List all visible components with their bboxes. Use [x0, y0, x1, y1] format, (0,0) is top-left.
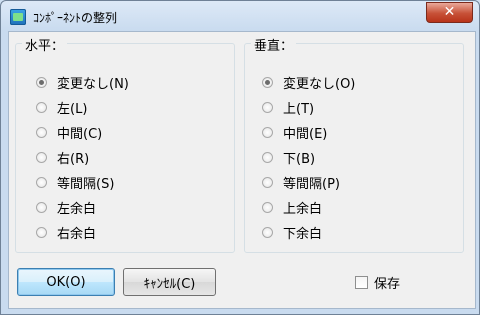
- radio-label: 上(T): [283, 101, 315, 117]
- vertical-group-legend: 垂直：: [251, 35, 297, 54]
- radio-v-bottom-margin[interactable]: 下余白: [262, 221, 322, 243]
- radio-label: 上余白: [283, 201, 323, 217]
- radio-label: 下(B): [283, 151, 316, 167]
- radio-label: 変更なし(O): [283, 76, 356, 92]
- radio-label: 等間隔(S): [57, 176, 115, 192]
- radio-h-left-margin[interactable]: 左余白: [36, 196, 96, 218]
- radio-button[interactable]: [36, 226, 47, 238]
- radio-button[interactable]: [262, 151, 273, 163]
- radio-h-left[interactable]: 左(L): [36, 96, 87, 118]
- window-title: ｺﾝﾎﾟｰﾈﾝﾄの整列: [33, 11, 118, 25]
- radio-v-top-margin[interactable]: 上余白: [262, 196, 322, 218]
- radio-label: 中間(E): [283, 126, 328, 142]
- radio-label: 変更なし(N): [57, 76, 129, 92]
- radio-label: 右余白: [57, 226, 97, 242]
- radio-button[interactable]: [262, 101, 273, 113]
- cancel-button-label: ｷｬﾝｾﾙ(C): [143, 276, 196, 292]
- radio-button[interactable]: [262, 226, 273, 238]
- horizontal-group: 水平： 変更なし(N) 左(L) 中間(C) 右(R) 等間隔(S) 左余白 右…: [15, 35, 235, 253]
- horizontal-group-legend: 水平：: [22, 35, 68, 54]
- radio-label: 等間隔(P): [283, 176, 340, 192]
- radio-h-nochange[interactable]: 変更なし(N): [36, 71, 129, 93]
- radio-label: 右(R): [57, 151, 90, 167]
- radio-v-top[interactable]: 上(T): [262, 96, 314, 118]
- radio-button[interactable]: [36, 176, 47, 188]
- radio-button[interactable]: [262, 76, 273, 88]
- save-checkbox[interactable]: [355, 276, 368, 289]
- close-button[interactable]: ✕: [426, 2, 473, 23]
- radio-v-nochange[interactable]: 変更なし(O): [262, 71, 355, 93]
- save-checkbox-label: 保存: [374, 277, 401, 292]
- radio-button[interactable]: [36, 126, 47, 138]
- radio-h-center[interactable]: 中間(C): [36, 121, 102, 143]
- title-bar[interactable]: ｺﾝﾎﾟｰﾈﾝﾄの整列 ✕: [1, 1, 479, 31]
- radio-h-equal-spacing[interactable]: 等間隔(S): [36, 171, 114, 193]
- radio-button[interactable]: [36, 76, 47, 88]
- close-icon: ✕: [443, 4, 456, 20]
- dialog-window: ｺﾝﾎﾟｰﾈﾝﾄの整列 ✕ 水平： 変更なし(N) 左(L) 中間(C) 右(R…: [0, 0, 480, 315]
- ok-button-label: OK(O): [46, 274, 86, 290]
- radio-button[interactable]: [262, 176, 273, 188]
- ok-button[interactable]: OK(O): [17, 268, 115, 296]
- radio-label: 左(L): [57, 101, 88, 117]
- radio-label: 中間(C): [57, 126, 103, 142]
- radio-button[interactable]: [262, 126, 273, 138]
- radio-h-right-margin[interactable]: 右余白: [36, 221, 96, 243]
- dialog-client-area: 水平： 変更なし(N) 左(L) 中間(C) 右(R) 等間隔(S) 左余白 右…: [8, 31, 476, 309]
- radio-button[interactable]: [262, 201, 273, 213]
- save-checkbox-row[interactable]: 保存: [355, 273, 400, 292]
- app-icon: [10, 9, 26, 25]
- radio-label: 左余白: [57, 201, 97, 217]
- radio-v-bottom[interactable]: 下(B): [262, 146, 315, 168]
- radio-button[interactable]: [36, 151, 47, 163]
- radio-label: 下余白: [283, 226, 323, 242]
- cancel-button[interactable]: ｷｬﾝｾﾙ(C): [123, 268, 216, 296]
- vertical-group: 垂直： 変更なし(O) 上(T) 中間(E) 下(B) 等間隔(P) 上余白 下…: [244, 35, 464, 253]
- radio-button[interactable]: [36, 201, 47, 213]
- radio-h-right[interactable]: 右(R): [36, 146, 89, 168]
- radio-v-middle[interactable]: 中間(E): [262, 121, 327, 143]
- radio-button[interactable]: [36, 101, 47, 113]
- radio-v-equal-spacing[interactable]: 等間隔(P): [262, 171, 340, 193]
